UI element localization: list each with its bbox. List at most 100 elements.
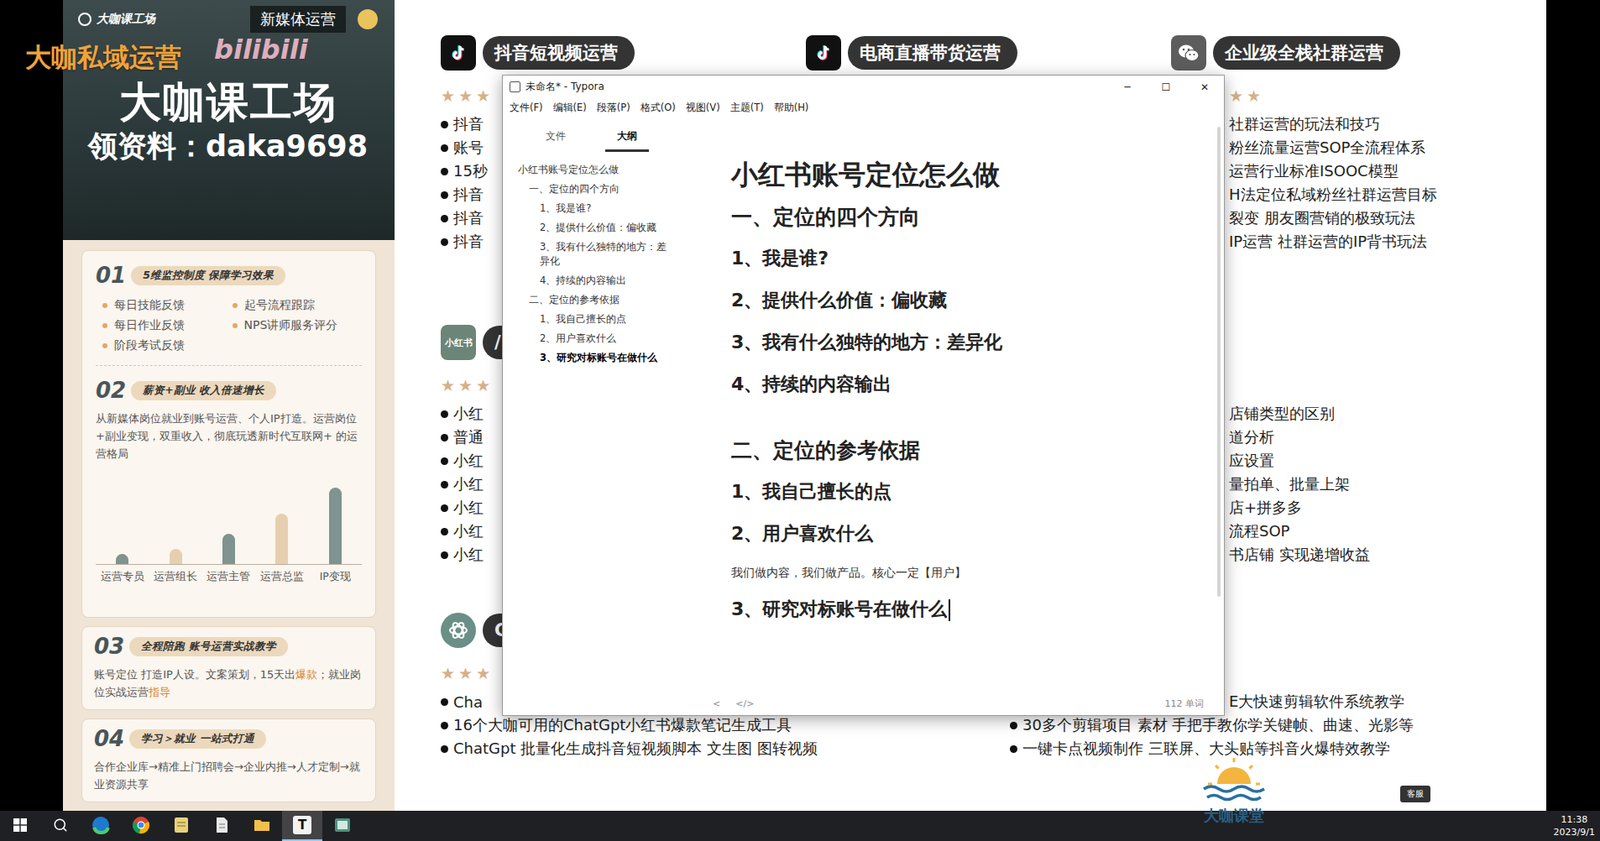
feature-item: 每日作业反馈 bbox=[102, 318, 233, 334]
section-title: 全程陪跑 账号运营实战教学 bbox=[129, 637, 288, 657]
menu-item[interactable]: 格式(O) bbox=[640, 101, 676, 115]
chart-bar bbox=[275, 513, 288, 565]
bullet-dot bbox=[440, 504, 449, 513]
course-item: 量拍单、批量上架 bbox=[1171, 472, 1547, 497]
outline-item[interactable]: 1、我是谁? bbox=[502, 198, 680, 219]
course-header: 抖音短视频运营 bbox=[440, 33, 806, 73]
doc-subheading: 4、持续的内容输出 bbox=[731, 371, 1191, 398]
menu-item[interactable]: 主题(T) bbox=[730, 101, 764, 115]
chart-label: IP变现 bbox=[308, 569, 362, 585]
bullet-dot bbox=[440, 144, 449, 152]
bullet-dot bbox=[102, 343, 108, 349]
footer-button[interactable]: < bbox=[712, 698, 721, 710]
section-title: 学习＞就业 一站式打通 bbox=[129, 729, 266, 749]
sidebar-tab[interactable]: 文件 bbox=[533, 123, 578, 152]
taskbar-app[interactable] bbox=[120, 810, 162, 841]
taskbar-app[interactable] bbox=[161, 810, 202, 841]
course-item: 应设置 bbox=[1171, 449, 1547, 473]
bilibili-watermark: bilibili bbox=[214, 33, 309, 66]
course-header: 电商直播带货运营 bbox=[805, 33, 1172, 73]
menu-item[interactable]: 文件(F) bbox=[509, 101, 544, 115]
document[interactable]: 小红书账号定位怎么做一、定位的四个方向1、我是谁?2、提供什么价值：偏收藏3、我… bbox=[679, 116, 1224, 692]
feature-item: NPS讲师服务评分 bbox=[232, 318, 363, 334]
menu-item[interactable]: 帮助(H) bbox=[773, 101, 810, 115]
start-button[interactable] bbox=[0, 810, 41, 841]
search-button[interactable] bbox=[40, 810, 81, 841]
poster-body: 015维监控制度 保障学习效果每日技能反馈起号流程跟踪每日作业反馈NPS讲师服务… bbox=[62, 240, 395, 811]
window-control[interactable]: ☐ bbox=[1146, 75, 1186, 99]
course-item: 社群运营的玩法和技巧 bbox=[1171, 112, 1547, 136]
sidebar-tab[interactable]: 大纲 bbox=[605, 123, 649, 152]
course-item: 书店铺 实现递增收益 bbox=[1171, 543, 1547, 567]
section-head: 03全程陪跑 账号运营实战教学 bbox=[94, 633, 364, 659]
poster-logo: 大咖课工场 bbox=[78, 11, 156, 27]
footer-button[interactable]: </> bbox=[735, 698, 754, 710]
window-body: 文件大纲小红书账号定位怎么做一、定位的四个方向1、我是谁?2、提供什么价值：偏收… bbox=[502, 116, 1224, 716]
badge-text: 小红书 bbox=[444, 336, 473, 350]
bullet-dot bbox=[440, 238, 449, 246]
app-icon bbox=[509, 81, 521, 93]
window-control[interactable]: ✕ bbox=[1185, 75, 1224, 99]
bullet-dot bbox=[232, 303, 238, 309]
outline-item[interactable]: 4、持续的内容输出 bbox=[502, 271, 680, 291]
chart-label: 运营主管 bbox=[202, 569, 256, 585]
bullet-dot bbox=[102, 323, 108, 329]
course-item: IP运营 社群运营的IP背书玩法 bbox=[1171, 230, 1547, 254]
douyin-icon bbox=[448, 42, 469, 63]
doc-subheading: 3、研究对标账号在做什么 bbox=[731, 596, 1191, 623]
bullet-dot bbox=[1009, 745, 1018, 753]
menu-item[interactable]: 视图(V) bbox=[685, 101, 721, 115]
bullet-dot bbox=[440, 433, 449, 442]
doc-subheading: 1、我自己擅长的点 bbox=[731, 479, 1191, 505]
outline-item[interactable]: 一、定位的四个方向 bbox=[502, 179, 680, 199]
document-icon bbox=[212, 815, 231, 835]
text-segment: 指导 bbox=[148, 685, 171, 699]
course-item: 店+拼多多 bbox=[1171, 496, 1547, 520]
feature-card: 015维监控制度 保障学习效果每日技能反馈起号流程跟踪每日作业反馈NPS讲师服务… bbox=[81, 250, 377, 618]
outline-item[interactable]: 1、我自己擅长的点 bbox=[502, 309, 680, 330]
outline-item[interactable]: 3、我有什么独特的地方：差异化 bbox=[502, 237, 680, 272]
star-rating bbox=[1171, 375, 1547, 396]
outline-item[interactable]: 二、定位的参考依据 bbox=[502, 290, 680, 310]
outline-item[interactable]: 2、用户喜欢什么 bbox=[502, 329, 680, 349]
scrollbar[interactable] bbox=[1217, 126, 1221, 597]
section-head: 02薪资+副业 收入倍速增长 bbox=[95, 377, 362, 403]
douyin-icon-box bbox=[440, 35, 476, 71]
course-title: 抖音短视频运营 bbox=[482, 36, 635, 70]
typora-window: 未命名* - Typora─☐✕文件(F)编辑(E)段落(P)格式(O)视图(V… bbox=[501, 74, 1225, 717]
taskbar-app[interactable] bbox=[241, 810, 283, 841]
poster-title: 大咖课工场 bbox=[78, 77, 378, 128]
outline-item[interactable]: 小红书账号定位怎么做 bbox=[502, 160, 680, 180]
section-head: 015维监控制度 保障学习效果 bbox=[95, 262, 362, 288]
window-control[interactable]: ─ bbox=[1108, 75, 1147, 99]
course-item: H法定位私域粉丝社群运营目标 bbox=[1171, 183, 1547, 207]
taskbar-app[interactable] bbox=[322, 810, 363, 841]
course-item: ChatGpt 批量化生成抖音短视频脚本 文生图 图转视频 bbox=[440, 737, 806, 761]
window-controls: ─☐✕ bbox=[1108, 75, 1224, 99]
outline-item[interactable]: 2、提供什么价值：偏收藏 bbox=[502, 218, 680, 238]
brand-watermark: 大咖课堂 bbox=[1183, 755, 1285, 827]
course-item: 30多个剪辑项目 素材 手把手教你学关键帧、曲速、光影等 bbox=[1009, 713, 1547, 738]
section-title: 薪资+副业 收入倍速增长 bbox=[130, 381, 277, 401]
outline-item[interactable]: 3、研究对标账号在做什么 bbox=[502, 348, 680, 368]
service-button[interactable]: 客服 bbox=[1400, 785, 1431, 803]
wechat-icon-box bbox=[1171, 35, 1207, 71]
menu-item[interactable]: 编辑(E) bbox=[553, 101, 587, 115]
menu-item[interactable]: 段落(P) bbox=[596, 101, 631, 115]
taskbar-app[interactable] bbox=[80, 810, 121, 841]
feature-text: 合作企业库→精准上门招聘会→企业内推→人才定制→就业资源共享 bbox=[94, 758, 364, 794]
taskbar-app[interactable]: T bbox=[282, 810, 323, 841]
chatgpt-icon bbox=[447, 619, 470, 642]
taskbar-app[interactable] bbox=[201, 810, 242, 841]
clock: 11:382023/9/1 bbox=[1553, 813, 1595, 839]
course-item: 运营行业标准ISOOC模型 bbox=[1171, 159, 1547, 184]
bullet-dot bbox=[1009, 721, 1018, 730]
doc-subheading: 3、我有什么独特的地方：差异化 bbox=[731, 329, 1191, 356]
poster-contact: 领资料：daka9698 bbox=[78, 127, 378, 165]
bullet-dot bbox=[440, 410, 449, 419]
bullet-dot bbox=[440, 745, 449, 753]
status-bar: <</>112 单词 bbox=[679, 691, 1224, 716]
chart-bar bbox=[169, 549, 183, 565]
bullet-dot bbox=[440, 721, 449, 730]
brand-text: 大咖课堂 bbox=[1203, 805, 1265, 827]
